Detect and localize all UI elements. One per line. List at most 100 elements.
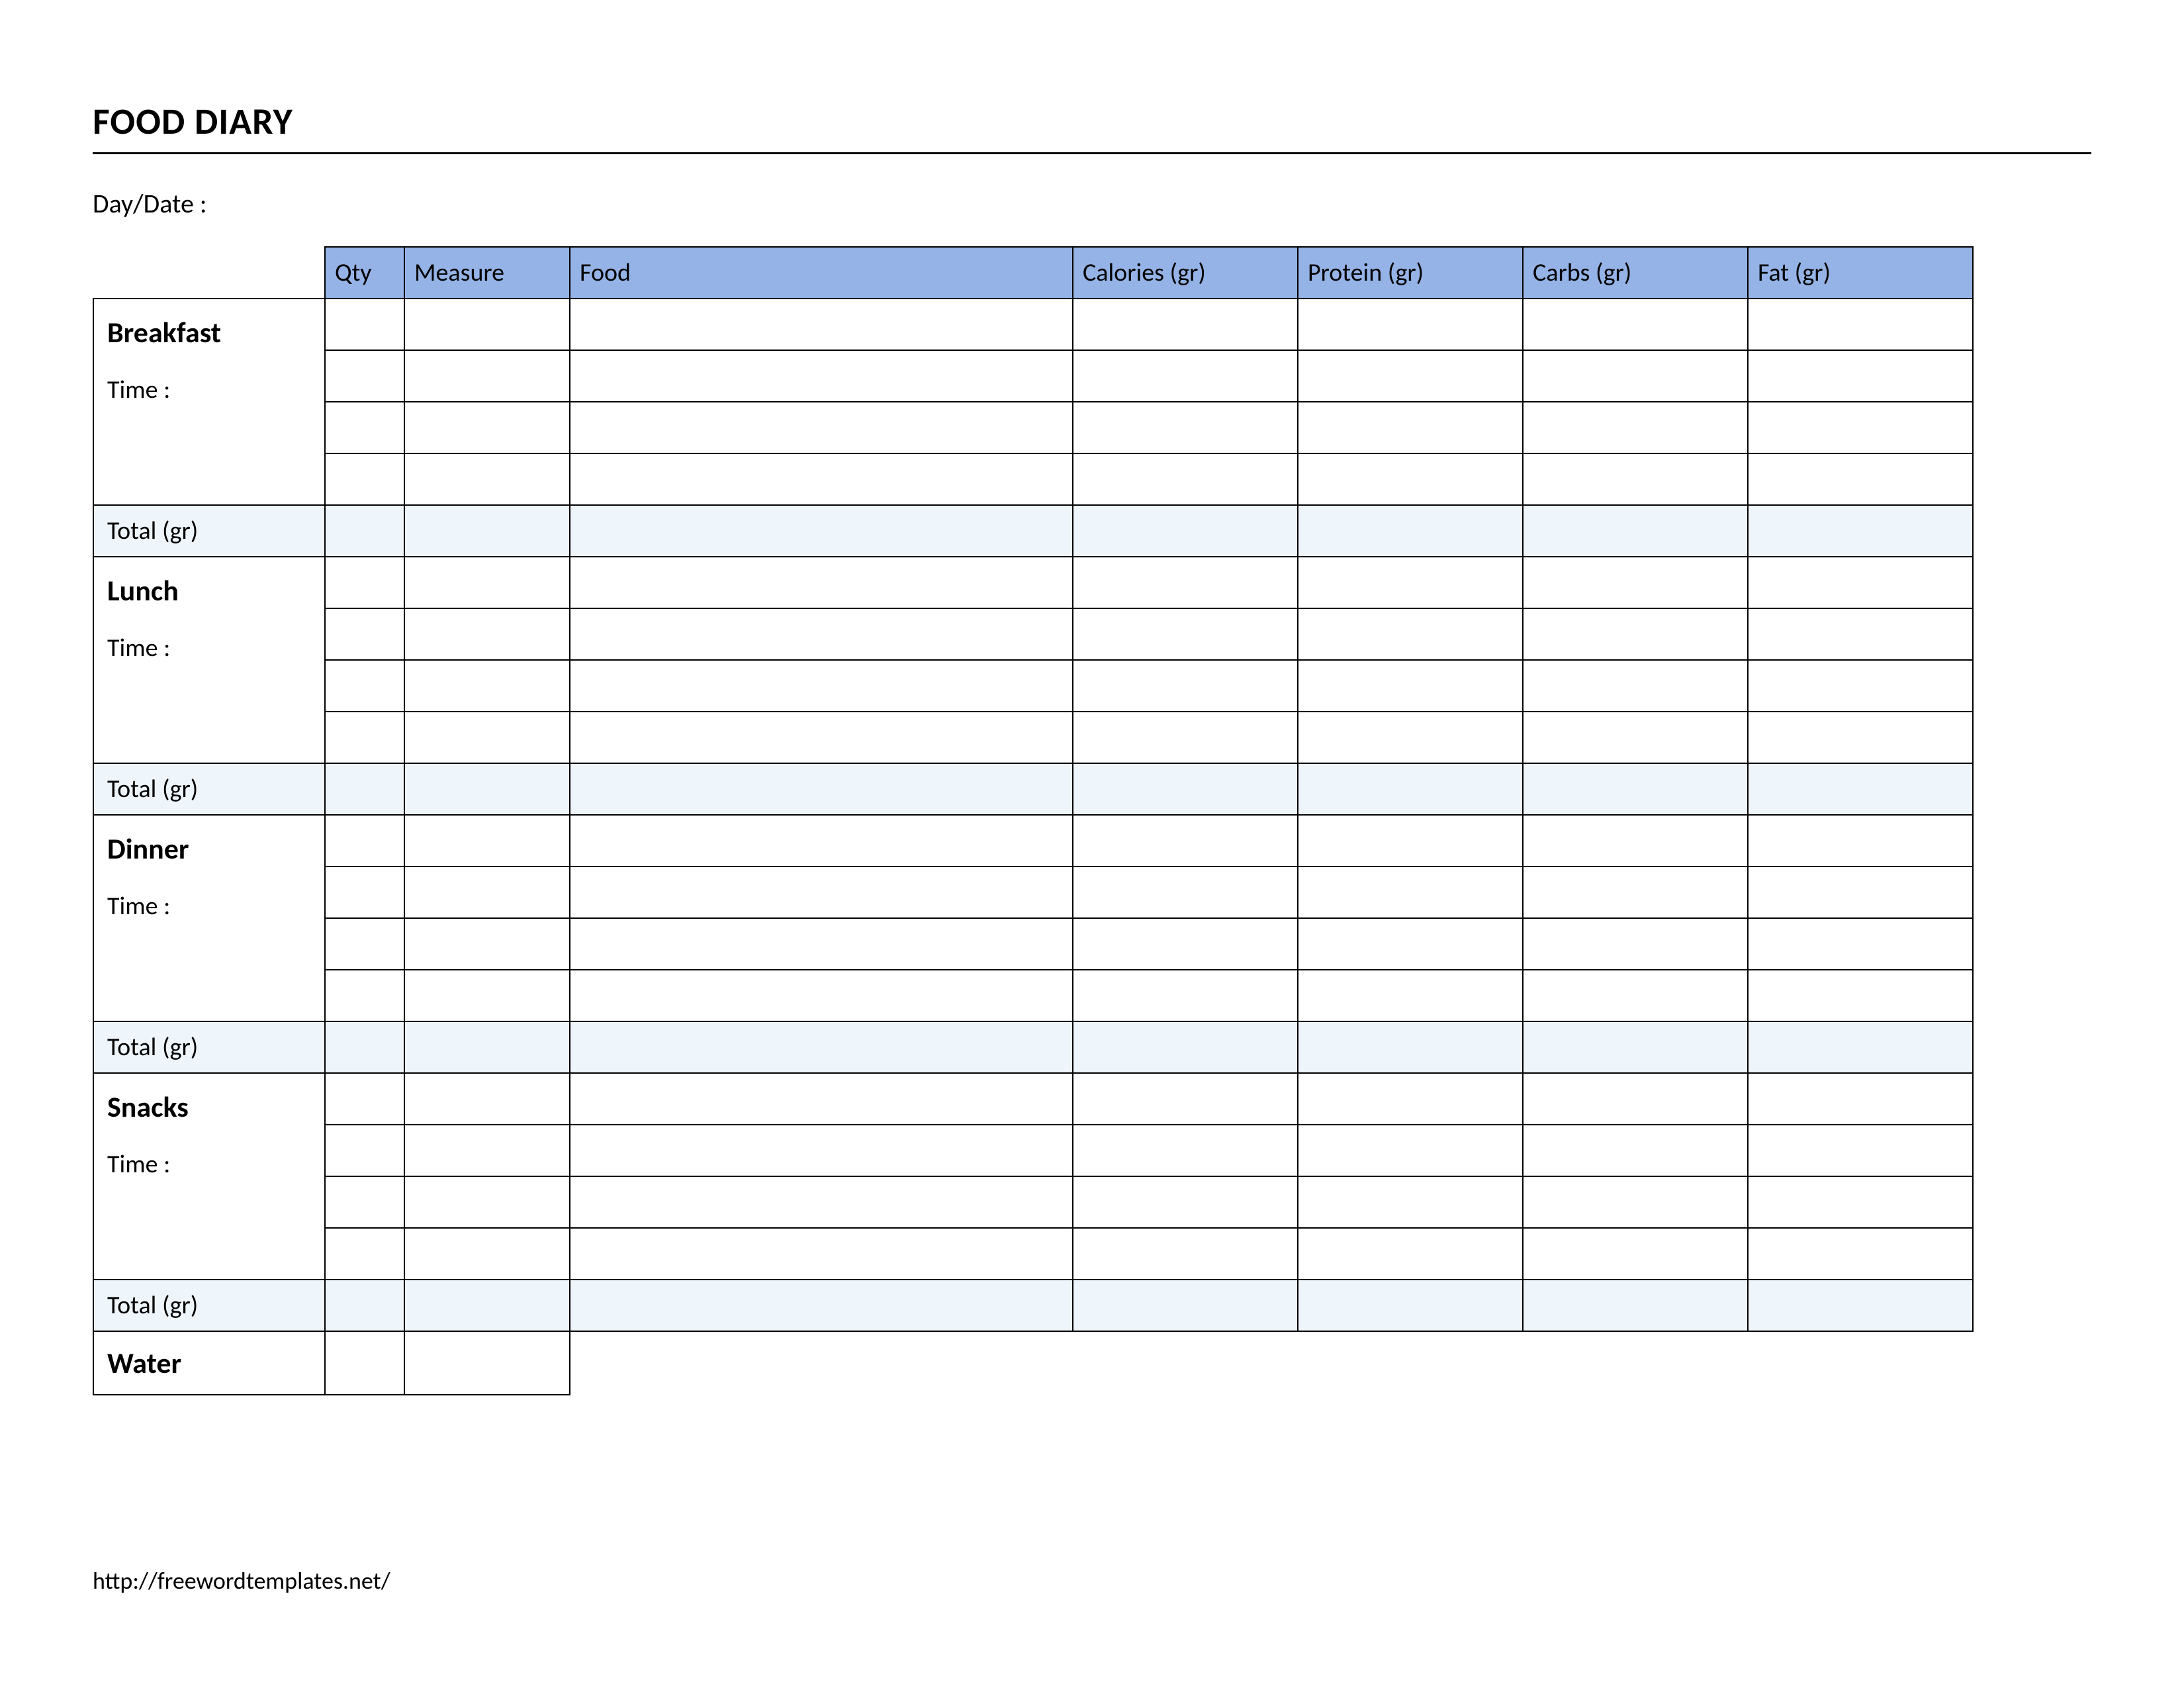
cell[interactable] — [404, 557, 570, 608]
cell[interactable] — [570, 1125, 1073, 1176]
cell[interactable] — [1748, 712, 1973, 763]
cell[interactable] — [325, 970, 404, 1021]
cell[interactable] — [1073, 1176, 1298, 1228]
cell[interactable] — [1298, 557, 1523, 608]
cell[interactable] — [1748, 1073, 1973, 1125]
cell[interactable] — [1748, 402, 1973, 453]
cell[interactable] — [1523, 867, 1748, 918]
cell[interactable] — [1523, 660, 1748, 712]
cell[interactable] — [404, 815, 570, 867]
cell[interactable] — [570, 350, 1073, 402]
cell[interactable] — [1748, 1176, 1973, 1228]
cell[interactable] — [1298, 608, 1523, 660]
cell[interactable] — [1748, 299, 1973, 350]
cell[interactable] — [325, 1073, 404, 1125]
cell[interactable] — [1748, 1125, 1973, 1176]
cell[interactable] — [1073, 1073, 1298, 1125]
cell[interactable] — [325, 815, 404, 867]
cell[interactable] — [1748, 1228, 1973, 1280]
cell[interactable] — [1073, 350, 1298, 402]
cell[interactable] — [1073, 402, 1298, 453]
cell[interactable] — [1748, 608, 1973, 660]
cell[interactable] — [1523, 1125, 1748, 1176]
cell[interactable] — [1073, 712, 1298, 763]
cell[interactable] — [1073, 1125, 1298, 1176]
cell[interactable] — [570, 867, 1073, 918]
cell[interactable] — [570, 299, 1073, 350]
cell[interactable] — [1748, 815, 1973, 867]
cell[interactable] — [570, 453, 1073, 505]
cell[interactable] — [1748, 970, 1973, 1021]
cell[interactable] — [570, 918, 1073, 970]
cell[interactable] — [404, 867, 570, 918]
cell[interactable] — [404, 299, 570, 350]
cell[interactable] — [1298, 402, 1523, 453]
cell[interactable] — [1523, 1073, 1748, 1125]
cell[interactable] — [325, 1228, 404, 1280]
cell[interactable] — [1748, 660, 1973, 712]
cell[interactable] — [1523, 815, 1748, 867]
cell[interactable] — [404, 608, 570, 660]
cell[interactable] — [1523, 453, 1748, 505]
cell[interactable] — [1298, 350, 1523, 402]
cell[interactable] — [325, 1331, 404, 1395]
cell[interactable] — [1523, 1176, 1748, 1228]
cell[interactable] — [325, 712, 404, 763]
cell[interactable] — [325, 453, 404, 505]
cell[interactable] — [404, 660, 570, 712]
cell[interactable] — [404, 1125, 570, 1176]
cell[interactable] — [1523, 1228, 1748, 1280]
cell[interactable] — [325, 402, 404, 453]
cell[interactable] — [1073, 608, 1298, 660]
cell[interactable] — [404, 712, 570, 763]
cell[interactable] — [1748, 557, 1973, 608]
cell[interactable] — [325, 918, 404, 970]
cell[interactable] — [1298, 1073, 1523, 1125]
cell[interactable] — [325, 1125, 404, 1176]
cell[interactable] — [1523, 970, 1748, 1021]
cell[interactable] — [570, 402, 1073, 453]
cell[interactable] — [570, 660, 1073, 712]
cell[interactable] — [325, 350, 404, 402]
cell[interactable] — [570, 1228, 1073, 1280]
cell[interactable] — [570, 557, 1073, 608]
cell[interactable] — [570, 712, 1073, 763]
cell[interactable] — [1523, 402, 1748, 453]
cell[interactable] — [325, 608, 404, 660]
cell[interactable] — [325, 660, 404, 712]
cell[interactable] — [404, 350, 570, 402]
cell[interactable] — [325, 557, 404, 608]
cell[interactable] — [1073, 660, 1298, 712]
cell[interactable] — [404, 970, 570, 1021]
cell[interactable] — [1298, 453, 1523, 505]
cell[interactable] — [1073, 970, 1298, 1021]
cell[interactable] — [570, 815, 1073, 867]
cell[interactable] — [1298, 815, 1523, 867]
cell[interactable] — [325, 867, 404, 918]
cell[interactable] — [1523, 608, 1748, 660]
cell[interactable] — [1748, 867, 1973, 918]
cell[interactable] — [1748, 453, 1973, 505]
cell[interactable] — [1298, 1176, 1523, 1228]
cell[interactable] — [1748, 918, 1973, 970]
cell[interactable] — [1073, 1228, 1298, 1280]
cell[interactable] — [1073, 557, 1298, 608]
cell[interactable] — [1073, 867, 1298, 918]
cell[interactable] — [1298, 1125, 1523, 1176]
cell[interactable] — [404, 1228, 570, 1280]
cell[interactable] — [1748, 350, 1973, 402]
cell[interactable] — [1523, 557, 1748, 608]
cell[interactable] — [325, 1176, 404, 1228]
cell[interactable] — [1073, 453, 1298, 505]
cell[interactable] — [1523, 350, 1748, 402]
cell[interactable] — [1523, 299, 1748, 350]
cell[interactable] — [1298, 970, 1523, 1021]
cell[interactable] — [404, 1073, 570, 1125]
cell[interactable] — [404, 918, 570, 970]
cell[interactable] — [404, 402, 570, 453]
cell[interactable] — [1298, 1228, 1523, 1280]
cell[interactable] — [570, 608, 1073, 660]
cell[interactable] — [1073, 815, 1298, 867]
cell[interactable] — [570, 1176, 1073, 1228]
cell[interactable] — [1298, 299, 1523, 350]
